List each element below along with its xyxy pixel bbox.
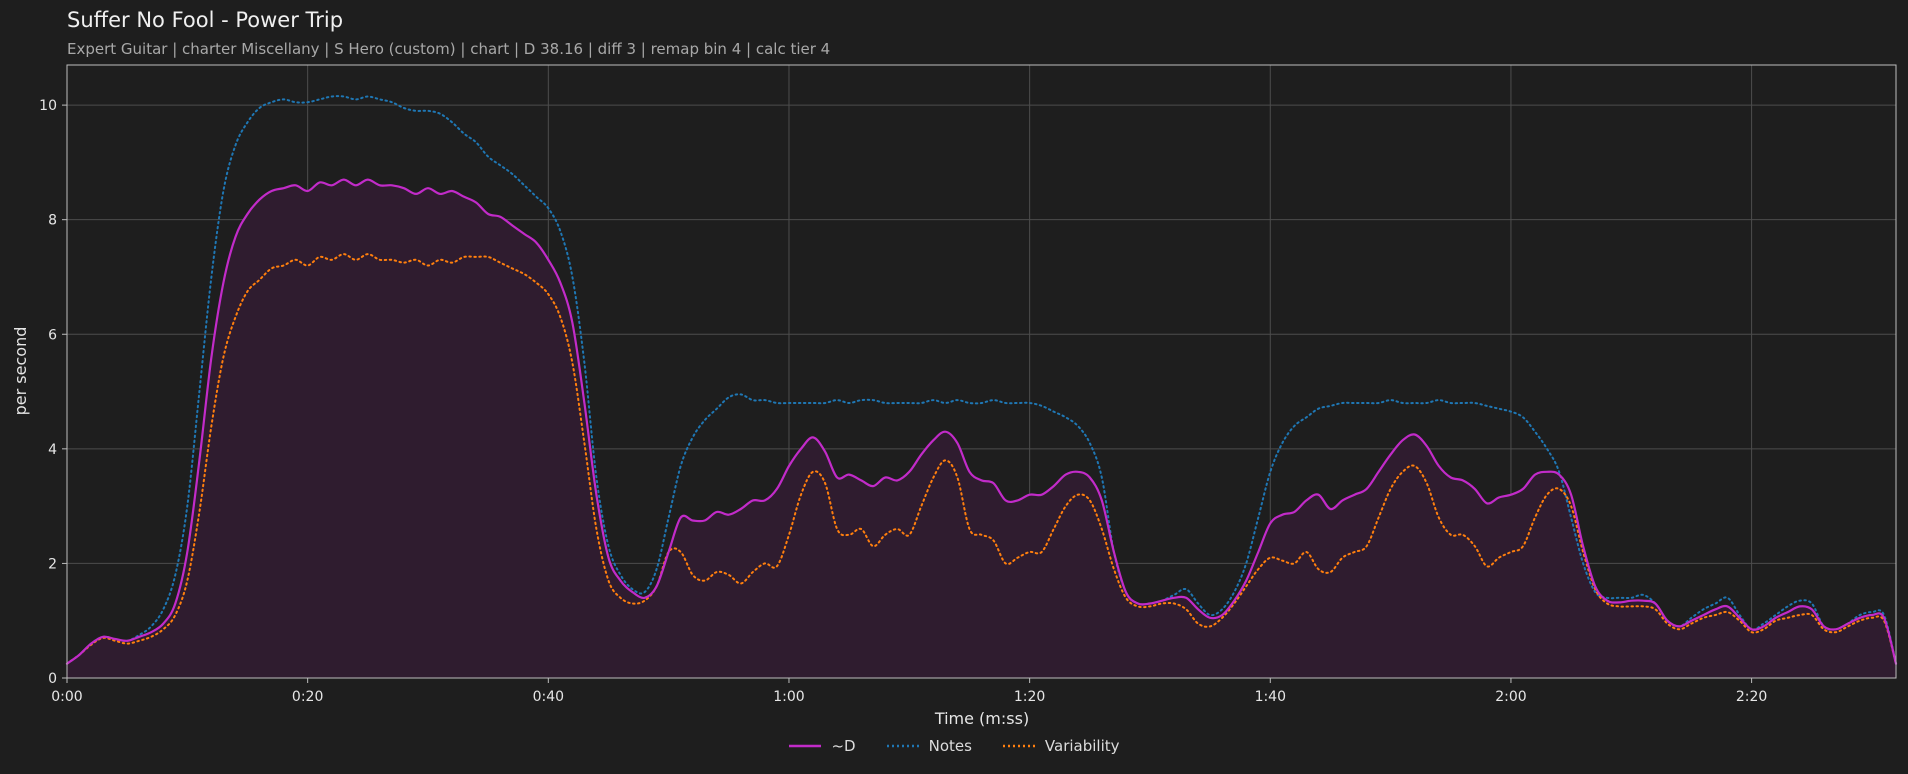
line-swatch-icon bbox=[789, 744, 822, 748]
y-tick-label: 8 bbox=[48, 213, 57, 229]
dotted-line-swatch-icon bbox=[1002, 744, 1035, 748]
x-tick-label: 0:00 bbox=[51, 689, 82, 705]
legend: ~D Notes Variability bbox=[0, 737, 1908, 755]
legend-label-notes: Notes bbox=[928, 737, 972, 755]
x-tick-label: 0:40 bbox=[533, 689, 564, 705]
legend-item-d: ~D bbox=[788, 737, 856, 755]
legend-item-variability: Variability bbox=[1002, 737, 1120, 755]
x-tick-label: 1:40 bbox=[1255, 689, 1286, 705]
x-tick-label: 2:00 bbox=[1495, 689, 1526, 705]
chart-area: 0:00 0:20 0:40 1:00 1:20 1:40 2:00 2:20 0 2 4 6 8 10… bbox=[11, 64, 1898, 728]
y-axis-label: per second bbox=[11, 327, 30, 416]
legend-item-notes: Notes bbox=[886, 737, 972, 755]
x-axis-label: Time (m:ss) bbox=[934, 709, 1029, 728]
y-tick-label: 0 bbox=[48, 671, 57, 687]
x-tick-label: 2:20 bbox=[1736, 689, 1767, 705]
x-axis-ticks: 0:00 0:20 0:40 1:00 1:20 1:40 2:00 2:20 bbox=[51, 678, 1767, 705]
y-tick-label: 4 bbox=[48, 442, 57, 458]
x-tick-label: 1:20 bbox=[1014, 689, 1045, 705]
dotted-line-swatch-icon bbox=[886, 744, 919, 748]
x-tick-label: 0:20 bbox=[292, 689, 323, 705]
y-axis-ticks: 0 2 4 6 8 10 bbox=[39, 98, 67, 687]
y-tick-label: 6 bbox=[48, 327, 57, 343]
legend-label-variability: Variability bbox=[1044, 737, 1120, 755]
x-tick-label: 1:00 bbox=[773, 689, 804, 705]
y-tick-label: 10 bbox=[39, 98, 57, 114]
legend-label-d: ~D bbox=[831, 737, 856, 755]
y-tick-label: 2 bbox=[48, 556, 57, 572]
